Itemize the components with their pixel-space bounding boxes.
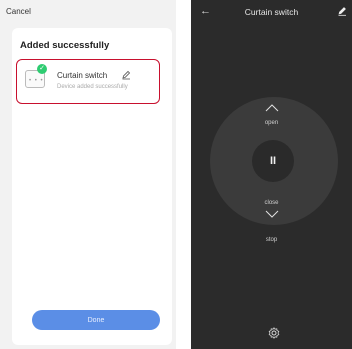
check-icon: ✓ bbox=[37, 64, 47, 74]
stop-button[interactable]: stop bbox=[191, 237, 352, 243]
done-button[interactable]: Done bbox=[32, 310, 160, 330]
curtain-control-screen: ← Curtain switch open II close stop bbox=[191, 0, 352, 349]
device-status: Device added successfully bbox=[57, 84, 128, 90]
pause-button[interactable]: II bbox=[252, 140, 294, 182]
card-title: Added successfully bbox=[20, 40, 110, 51]
add-device-screen: Cancel Added successfully • • • ✓ Curtai… bbox=[0, 0, 176, 349]
page-title: Curtain switch bbox=[244, 7, 299, 17]
edit-icon[interactable] bbox=[337, 6, 347, 16]
device-name: Curtain switch bbox=[57, 71, 108, 80]
device-item[interactable]: • • • ✓ Curtain switch Device added succ… bbox=[16, 59, 160, 104]
chevron-down-icon[interactable] bbox=[265, 210, 279, 218]
chevron-up-icon[interactable] bbox=[265, 104, 279, 112]
close-button[interactable]: close bbox=[191, 200, 352, 206]
open-button[interactable]: open bbox=[191, 120, 352, 126]
cancel-button[interactable]: Cancel bbox=[6, 7, 31, 16]
gear-icon[interactable] bbox=[268, 327, 280, 339]
edit-icon[interactable] bbox=[121, 70, 131, 80]
